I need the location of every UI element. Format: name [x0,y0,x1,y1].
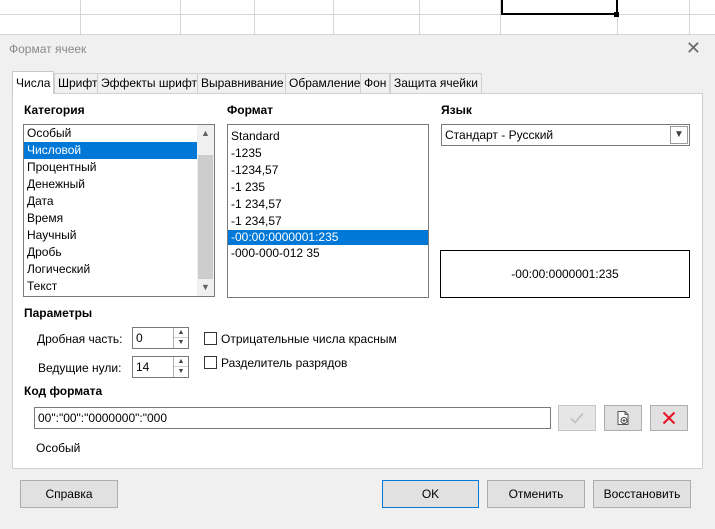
format-code-input[interactable]: 00":"00":"0000000":"000 [34,407,551,429]
spreadsheet-background [0,0,715,36]
category-item-selected[interactable]: Числовой [24,142,214,159]
language-value: Стандарт - Русский [445,128,554,142]
spin-down-icon[interactable]: ▼ [174,338,188,348]
accept-format-button[interactable] [558,405,596,431]
scroll-thumb[interactable] [198,155,213,279]
spin-up-icon[interactable]: ▲ [174,328,188,338]
spin-up-icon[interactable]: ▲ [174,357,188,367]
decimal-places-spinner[interactable]: 0 ▲ ▼ [132,327,189,349]
language-heading: Язык [441,103,472,117]
delete-x-icon [662,411,676,425]
category-item[interactable]: Денежный [24,176,214,193]
format-preview: -00:00:0000001:235 [440,250,690,298]
format-item[interactable]: -1 234,57 [228,196,428,213]
format-item[interactable]: -1 235 [228,179,428,196]
grid-line [254,0,255,36]
tab-cell-protection[interactable]: Защита ячейки [390,73,482,93]
format-cells-dialog: Формат ячеек ✕ Числа Шрифт Эффекты шрифт… [0,34,715,529]
cancel-label: Отменить [508,487,564,501]
leading-zeros-spinner[interactable]: 14 ▲ ▼ [132,356,189,378]
language-select[interactable]: Стандарт - Русский ▼ [441,124,690,146]
leading-zeros-value: 14 [136,360,150,374]
scroll-up-icon[interactable]: ▲ [197,125,214,142]
chevron-down-icon[interactable]: ▼ [670,126,688,144]
format-item-selected[interactable]: -00:00:0000001:235 [228,230,428,245]
category-item[interactable]: Логический [24,261,214,278]
format-item[interactable]: -1 234,57 [228,213,428,230]
help-label: Справка [45,487,93,501]
format-code-heading: Код формата [24,384,103,398]
category-item[interactable]: Дробь [24,244,214,261]
format-item[interactable]: -1235 [228,145,428,162]
thousands-separator-label[interactable]: Разделитель разрядов [221,356,347,370]
tab-font-effects[interactable]: Эффекты шрифта [97,73,208,93]
tab-alignment[interactable]: Выравнивание [197,73,288,93]
comment-edit-icon [617,411,629,425]
tab-font[interactable]: Шрифт [54,73,102,93]
category-item[interactable]: Научный [24,227,214,244]
decimal-places-value: 0 [136,331,143,345]
negative-red-checkbox[interactable] [204,332,217,345]
format-description: Особый [36,441,81,455]
category-list[interactable]: Особый Числовой Процентный Денежный Дата… [23,124,215,297]
title-bar[interactable]: Формат ячеек ✕ [0,35,715,65]
decimal-places-label: Дробная часть: [37,332,123,346]
autofill-handle[interactable] [614,12,619,17]
category-item[interactable]: Особый [24,125,214,142]
negative-red-label[interactable]: Отрицательные числа красным [221,332,397,346]
help-button[interactable]: Справка [20,480,118,508]
reset-button[interactable]: Восстановить [593,480,691,508]
grid-line [333,0,334,36]
preview-text: -00:00:0000001:235 [511,267,619,281]
spin-down-icon[interactable]: ▼ [174,367,188,377]
grid-line [80,0,81,36]
thousands-separator-checkbox[interactable] [204,356,217,369]
tab-numbers[interactable]: Числа [12,71,55,94]
category-heading: Категория [24,103,85,117]
category-item[interactable]: Процентный [24,159,214,176]
format-code-value: 00":"00":"0000000":"000 [38,411,167,425]
format-heading: Формат [227,103,274,117]
category-item[interactable]: Текст [24,278,214,295]
format-item[interactable]: -000-000-012 35 [228,245,428,262]
format-list[interactable]: Standard -1235 -1234,57 -1 235 -1 234,57… [227,124,429,298]
tab-borders[interactable]: Обрамление [285,73,365,93]
grid-line [180,0,181,36]
dialog-title: Формат ячеек [9,42,87,56]
grid-line [419,0,420,36]
tab-background[interactable]: Фон [360,73,391,93]
cancel-button[interactable]: Отменить [487,480,585,508]
tab-panel-numbers: Категория Особый Числовой Процентный Ден… [12,93,703,469]
leading-zeros-label: Ведущие нули: [38,361,122,375]
checkmark-icon [570,412,584,424]
format-item[interactable]: Standard [228,128,428,145]
format-item[interactable]: -1234,57 [228,162,428,179]
parameters-heading: Параметры [24,306,93,320]
delete-format-button[interactable] [650,405,688,431]
category-item[interactable]: Время [24,210,214,227]
category-scrollbar[interactable]: ▲ ▼ [197,125,214,296]
scroll-down-icon[interactable]: ▼ [197,279,214,296]
close-icon[interactable]: ✕ [686,38,701,59]
category-item[interactable]: Дата [24,193,214,210]
edit-comment-button[interactable] [604,405,642,431]
ok-button[interactable]: OK [382,480,479,508]
grid-line [689,0,690,36]
ok-label: OK [421,487,440,501]
reset-label: Восстановить [603,487,681,501]
cell-cursor[interactable] [501,0,618,15]
